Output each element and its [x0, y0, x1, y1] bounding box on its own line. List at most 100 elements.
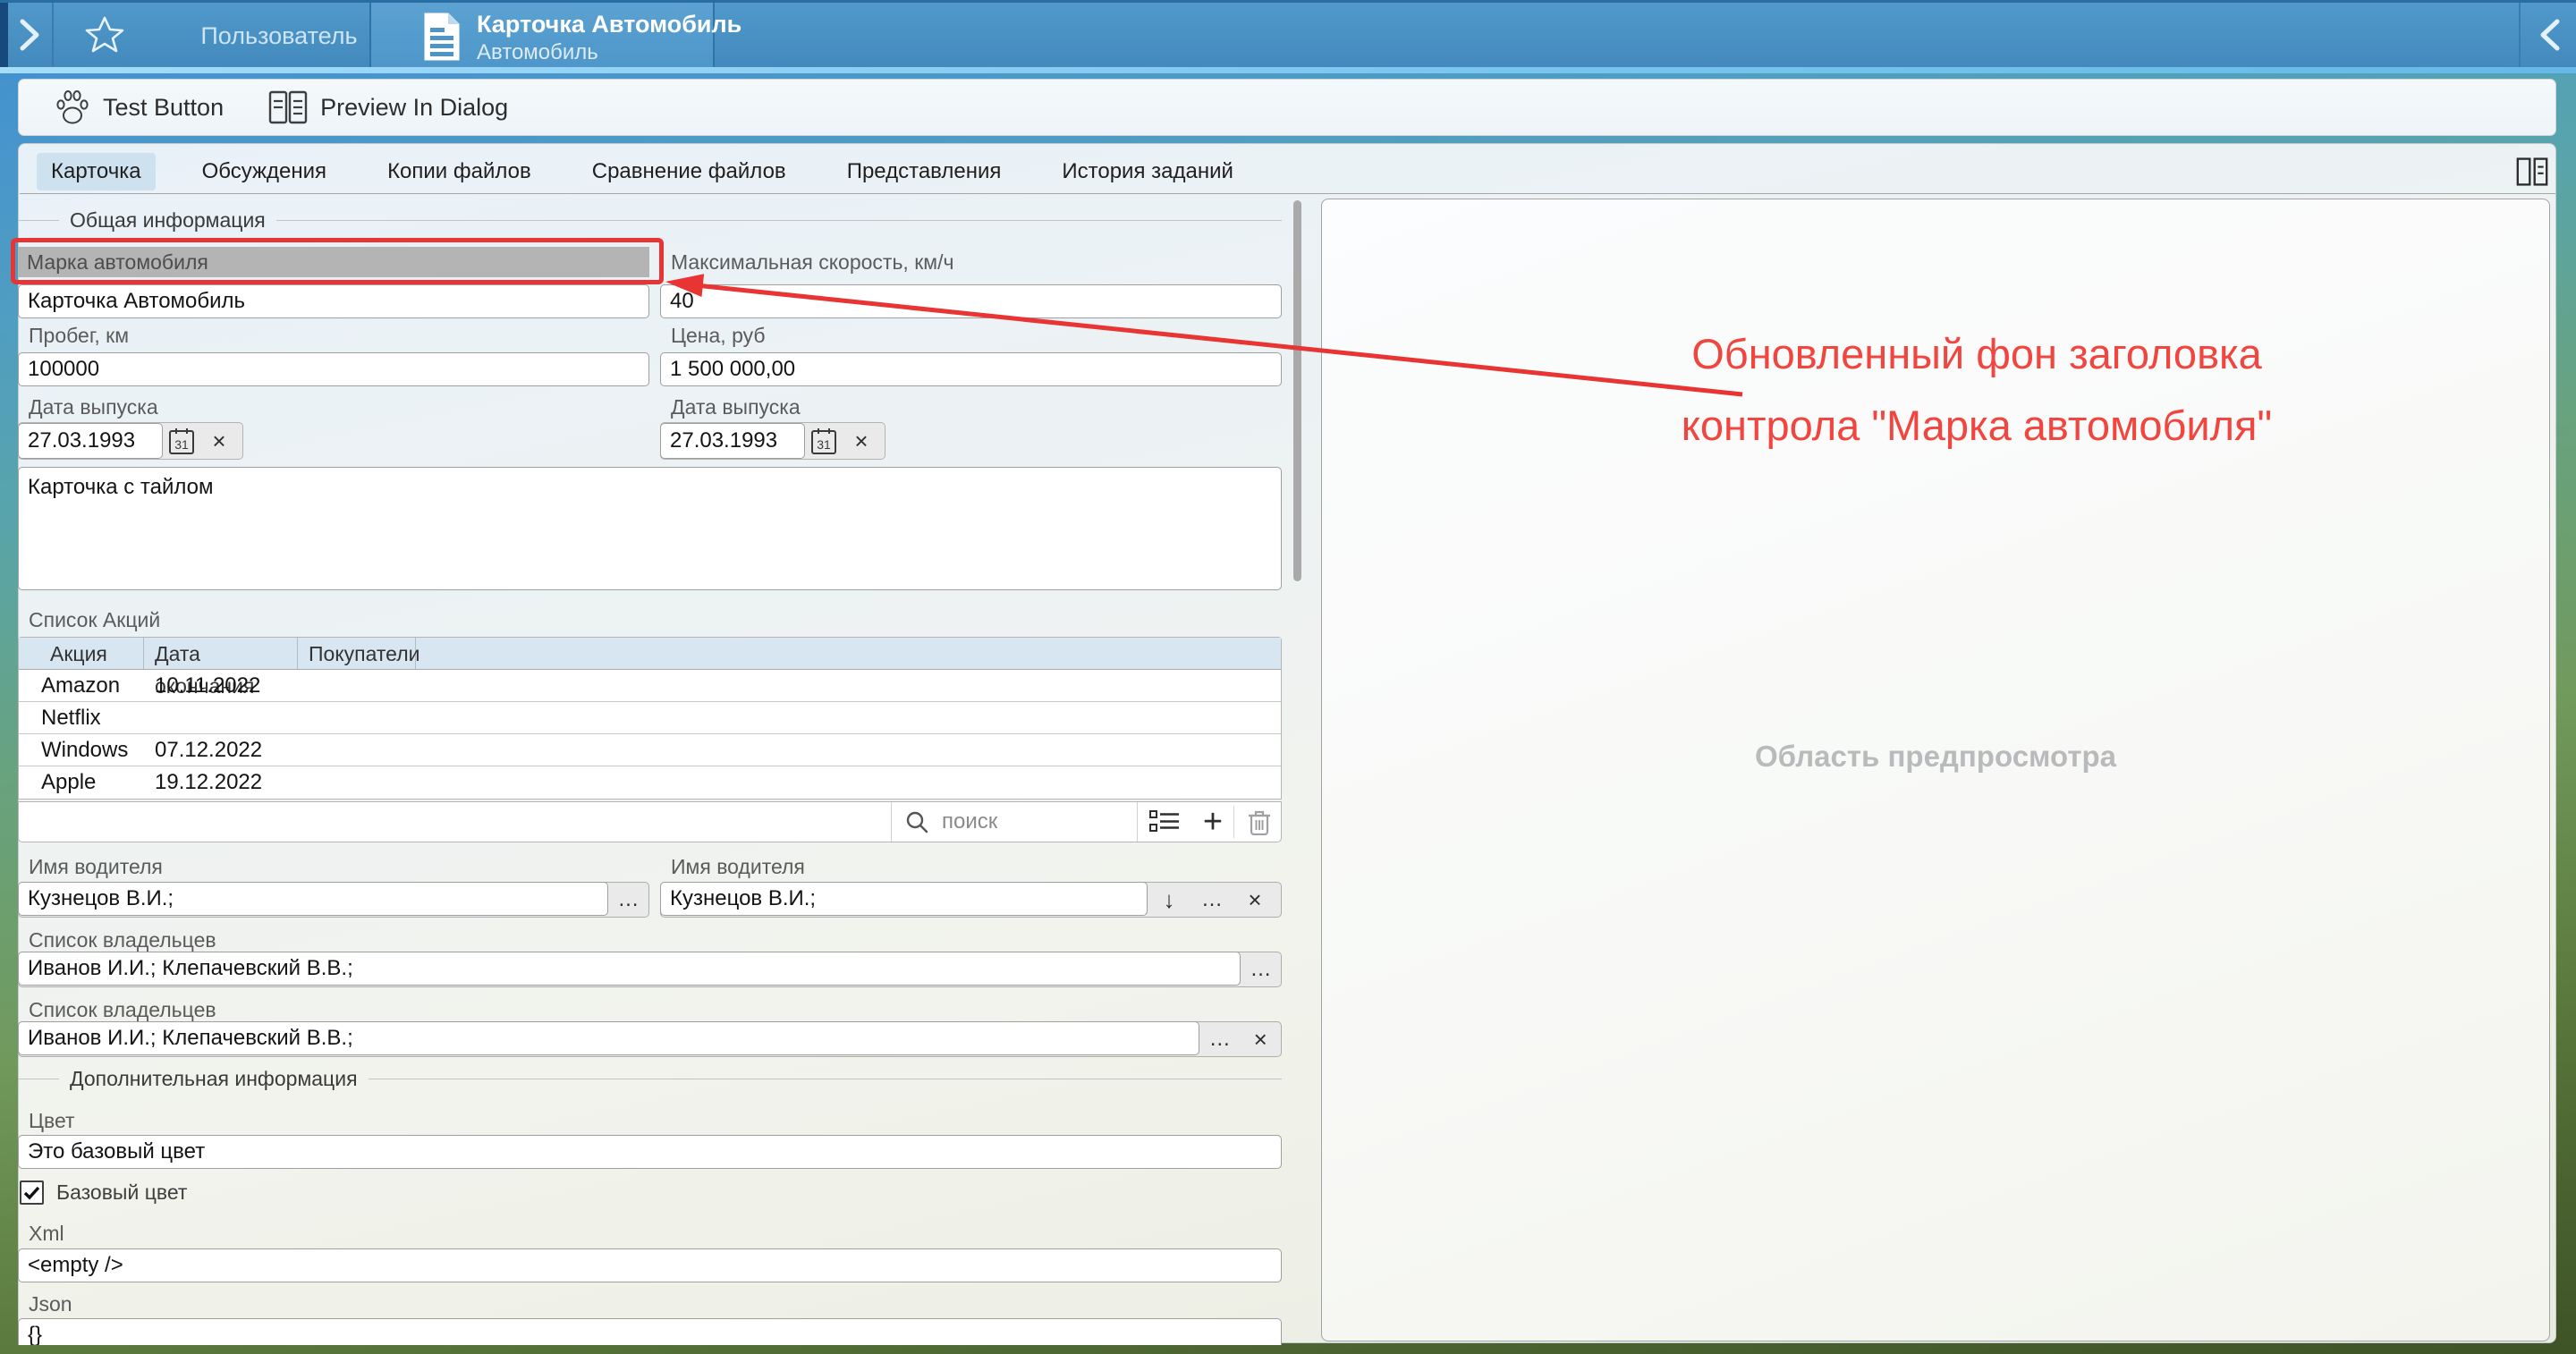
base-color-checkbox[interactable]: [20, 1181, 44, 1205]
chevron-right-icon: [18, 17, 41, 53]
mileage-field-label: Пробег, км: [29, 324, 129, 348]
owners-1-lookup-button[interactable]: …: [1241, 952, 1281, 986]
release-date-1-label: Дата выпуска: [29, 395, 158, 419]
tab-obsuzhdeniya[interactable]: Обсуждения: [188, 153, 341, 190]
driver-2-control: ↓ … ×: [660, 882, 1282, 918]
favorites-button[interactable]: [64, 3, 145, 67]
split-view-icon: [2516, 156, 2548, 188]
list-icon: [1149, 809, 1180, 834]
column-header-pokupateli[interactable]: Покупатели: [298, 638, 416, 669]
release-date-2-label: Дата выпуска: [671, 395, 801, 419]
release-date-1-clear-button[interactable]: ×: [200, 424, 238, 458]
owners-2-input[interactable]: [18, 1021, 1199, 1055]
stocks-table: Акция Дата окончания Покупатели Amazon 1…: [18, 637, 1282, 800]
brand-input[interactable]: [18, 284, 649, 318]
active-tab-subtitle: Автомобиль: [477, 40, 598, 65]
preview-dialog-icon: [268, 90, 308, 124]
release-date-2-control: 31 ×: [660, 422, 886, 460]
delete-row-button[interactable]: [1237, 804, 1282, 840]
driver-1-input[interactable]: [18, 882, 608, 916]
stocks-list-label: Список Акций: [29, 608, 160, 632]
tab-predstavleniya[interactable]: Представления: [833, 153, 1016, 190]
mileage-input[interactable]: [18, 352, 649, 386]
collapse-panel-button[interactable]: [2529, 3, 2571, 67]
split-view-button[interactable]: [2511, 153, 2554, 190]
brand-field-label: Марка автомобиля: [18, 247, 649, 277]
stocks-table-footer: +: [18, 801, 1282, 842]
preview-in-dialog-button[interactable]: Preview In Dialog: [252, 84, 524, 131]
column-header-akciya[interactable]: Акция: [19, 638, 144, 669]
calendar-icon: 31: [810, 427, 837, 455]
tab-sravnenie-failov[interactable]: Сравнение файлов: [578, 153, 801, 190]
max-speed-input[interactable]: [660, 284, 1282, 318]
table-row[interactable]: Apple 19.12.2022: [19, 766, 1281, 799]
note-textarea[interactable]: Карточка с тайлом: [18, 467, 1282, 590]
owners-2-lookup-button[interactable]: …: [1199, 1022, 1241, 1056]
tab-istoriya-zadanij[interactable]: История заданий: [1047, 153, 1248, 190]
release-date-2-calendar-button[interactable]: 31: [805, 424, 843, 458]
stock-date-cell: [144, 702, 298, 733]
release-date-2-input[interactable]: [660, 423, 805, 459]
color-input[interactable]: [18, 1135, 1282, 1169]
stock-date-cell: 10.11.2022: [144, 670, 298, 701]
xml-field-label: Xml: [29, 1222, 64, 1246]
color-field-label: Цвет: [29, 1109, 75, 1133]
xml-input[interactable]: [18, 1248, 1282, 1282]
stock-name-cell: Netflix: [19, 702, 144, 733]
owners-2-control: … ×: [18, 1021, 1282, 1057]
driver-2-input[interactable]: [660, 882, 1148, 916]
owners-1-control: …: [18, 952, 1282, 987]
table-row[interactable]: Windows 07.12.2022: [19, 734, 1281, 766]
star-icon: [83, 14, 126, 55]
topbar-divider: [2519, 3, 2521, 70]
tab-kopii-failov[interactable]: Копии файлов: [373, 153, 546, 190]
add-row-button[interactable]: +: [1191, 804, 1235, 840]
group-additional-info: Дополнительная информация: [18, 1067, 1282, 1091]
stock-name-cell: Apple: [19, 766, 144, 799]
tab-user[interactable]: Пользователь: [175, 3, 383, 70]
release-date-1-input[interactable]: [18, 423, 163, 459]
group-general-info: Общая информация: [18, 208, 1282, 233]
stock-name-cell: Windows: [19, 734, 144, 766]
owners-1-input[interactable]: [18, 952, 1241, 986]
topbar-accent-strip: [0, 67, 2576, 73]
tab-kartochka[interactable]: Карточка: [37, 153, 156, 190]
stock-date-cell: 07.12.2022: [144, 734, 298, 766]
preview-panel: Область предпросмотра: [1321, 199, 2550, 1341]
owners-2-label: Список владельцев: [29, 998, 216, 1022]
max-speed-field-label: Максимальная скорость, км/ч: [671, 250, 953, 275]
stocks-search-input[interactable]: [940, 808, 1110, 835]
price-input[interactable]: [660, 352, 1282, 386]
card-toolbar: Test Button Preview In Dialog: [18, 79, 2556, 136]
svg-text:31: 31: [817, 437, 831, 452]
table-row[interactable]: Netflix: [19, 702, 1281, 734]
select-from-list-button[interactable]: [1142, 804, 1187, 840]
footer-divider: [1233, 806, 1234, 838]
svg-text:31: 31: [174, 437, 189, 452]
preview-in-dialog-label: Preview In Dialog: [320, 94, 508, 122]
topbar-edge: [0, 3, 8, 70]
column-header-data-okonchaniya[interactable]: Дата окончания: [144, 638, 298, 669]
tab-card-avtomobil[interactable]: Карточка Автомобиль Автомобиль: [369, 3, 715, 70]
release-date-2-clear-button[interactable]: ×: [843, 424, 880, 458]
table-row[interactable]: Amazon 10.11.2022: [19, 670, 1281, 702]
driver-2-clear-button[interactable]: ×: [1233, 883, 1276, 917]
trash-icon: [1247, 808, 1272, 835]
owners-2-clear-button[interactable]: ×: [1241, 1022, 1282, 1056]
driver-1-lookup-button[interactable]: …: [608, 883, 648, 917]
release-date-1-calendar-button[interactable]: 31: [163, 424, 200, 458]
card-tabstrip: Карточка Обсуждения Копии файлов Сравнен…: [37, 151, 1248, 192]
driver-2-label: Имя водителя: [671, 855, 805, 879]
stock-name-cell: Amazon: [19, 670, 144, 701]
json-input[interactable]: [18, 1318, 1282, 1345]
driver-2-lookup-button[interactable]: …: [1191, 883, 1233, 917]
test-button-label: Test Button: [103, 94, 224, 122]
test-button[interactable]: Test Button: [38, 84, 240, 131]
form-scrollbar[interactable]: [1293, 200, 1301, 581]
driver-1-control: …: [18, 882, 649, 918]
checkmark-icon: [23, 1186, 40, 1200]
driver-2-dropdown-button[interactable]: ↓: [1148, 883, 1191, 917]
release-date-1-control: 31 ×: [18, 422, 243, 460]
document-icon: [421, 12, 462, 62]
forward-button[interactable]: [9, 3, 50, 67]
